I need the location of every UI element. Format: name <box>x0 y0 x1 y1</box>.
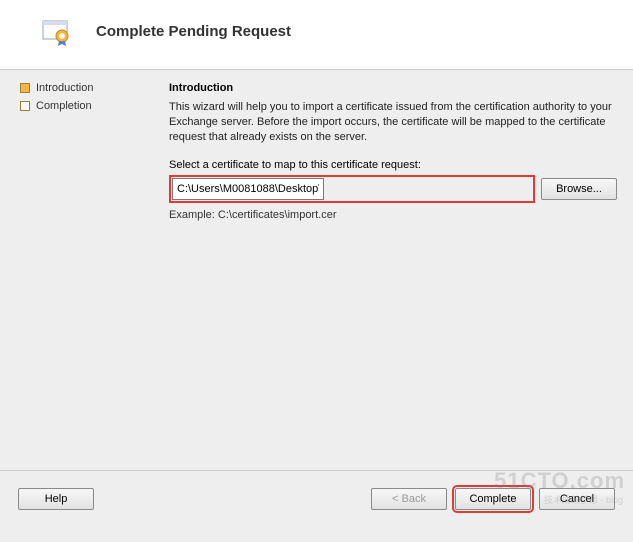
wizard-footer: Help < Back Complete Cancel <box>0 472 633 526</box>
wizard-sidebar: Introduction Completion <box>0 70 165 470</box>
sidebar-item-label: Completion <box>36 100 92 112</box>
certificate-path-input[interactable] <box>172 178 324 200</box>
sidebar-item-introduction[interactable]: Introduction <box>20 82 155 94</box>
wizard-title: Complete Pending Request <box>96 23 291 40</box>
step-indicator-icon <box>20 83 30 93</box>
section-description: This wizard will help you to import a ce… <box>169 100 617 145</box>
file-field-label: Select a certificate to map to this cert… <box>169 159 617 171</box>
wizard-body: Introduction Completion Introduction Thi… <box>0 70 633 470</box>
cancel-button[interactable]: Cancel <box>539 488 615 510</box>
complete-button[interactable]: Complete <box>455 488 531 510</box>
example-text: Example: C:\certificates\import.cer <box>169 209 617 221</box>
step-indicator-icon <box>20 101 30 111</box>
section-title: Introduction <box>169 82 617 94</box>
browse-button[interactable]: Browse... <box>541 178 617 200</box>
certificate-icon <box>40 16 72 48</box>
file-row: Browse... <box>169 175 617 203</box>
back-button: < Back <box>371 488 447 510</box>
sidebar-item-label: Introduction <box>36 82 93 94</box>
sidebar-item-completion[interactable]: Completion <box>20 100 155 112</box>
help-button[interactable]: Help <box>18 488 94 510</box>
file-input-highlight <box>169 175 535 203</box>
wizard-content: Introduction This wizard will help you t… <box>165 70 633 470</box>
wizard-header: Complete Pending Request <box>0 0 633 70</box>
